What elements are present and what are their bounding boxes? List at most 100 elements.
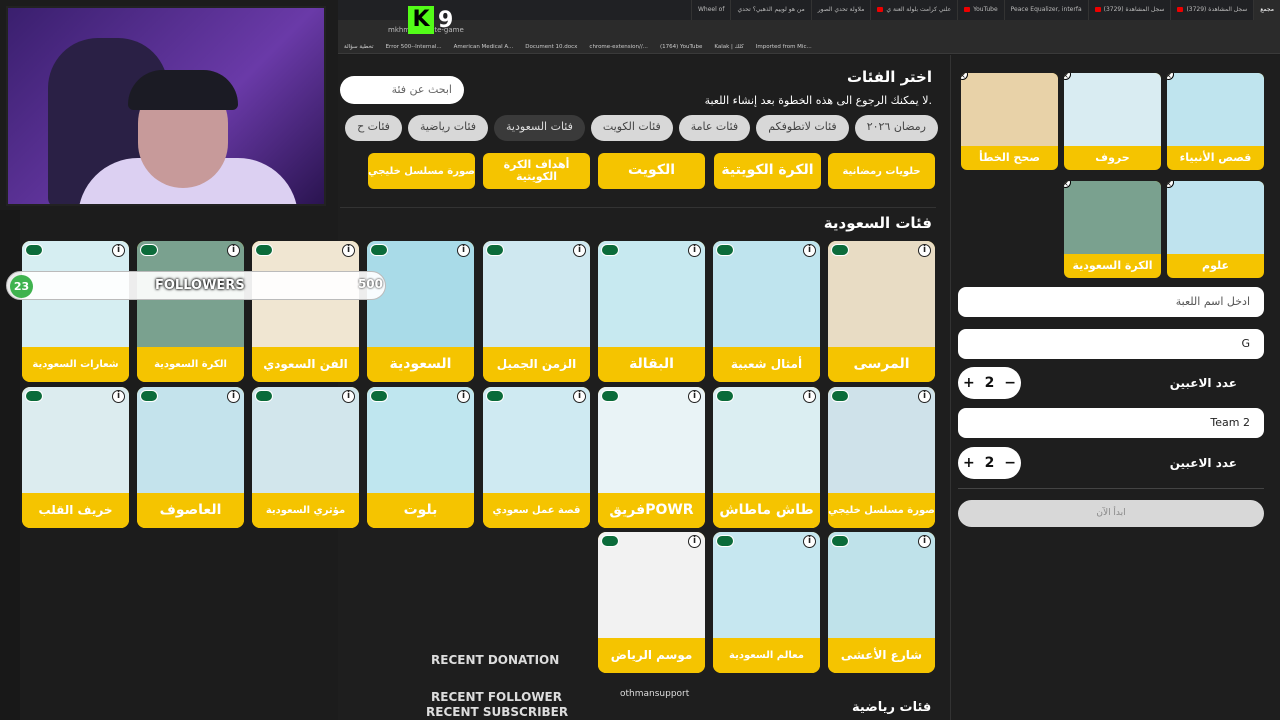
category-tab[interactable]: فئات لاتطوفكم: [756, 115, 849, 141]
plus-icon[interactable]: +: [963, 455, 975, 471]
category-tab[interactable]: فئات الكويت: [590, 115, 673, 141]
selected-category[interactable]: علوم ×: [1167, 181, 1264, 278]
top-category-row: حلويات رمضانية الكرة الكويتية الكويت أهداف …: [338, 153, 938, 189]
category-card[interactable]: الكويت: [598, 153, 705, 189]
info-icon[interactable]: i: [688, 535, 701, 548]
info-icon[interactable]: i: [573, 244, 586, 257]
address-bar[interactable]: mkhm.../create-game: [338, 20, 1280, 40]
selected-category[interactable]: حروف ×: [1064, 73, 1161, 170]
browser-tab[interactable]: (3729) سجل المشاهدة: [1087, 0, 1171, 20]
info-icon[interactable]: i: [688, 244, 701, 257]
category-card[interactable]: حلويات رمضانية: [828, 153, 935, 189]
category-card[interactable]: i موسم الرياض: [598, 532, 705, 673]
info-icon[interactable]: i: [803, 390, 816, 403]
category-card[interactable]: i صورة مسلسل خليجي: [828, 387, 935, 528]
info-icon[interactable]: i: [803, 244, 816, 257]
info-icon[interactable]: i: [688, 390, 701, 403]
info-icon[interactable]: i: [227, 244, 240, 257]
category-label: طاش ماطاش: [713, 493, 820, 528]
selected-category[interactable]: صحح الخطأ ×: [961, 73, 1058, 170]
category-tab[interactable]: فئات السعودية: [494, 115, 585, 141]
info-icon[interactable]: i: [112, 244, 125, 257]
category-card[interactable]: i السعودية: [367, 241, 474, 382]
flag-icon: [716, 390, 734, 402]
category-card[interactable]: i المرسى: [828, 241, 935, 382]
info-icon[interactable]: i: [227, 390, 240, 403]
category-card[interactable]: i الكرة السعودية: [137, 241, 244, 382]
info-icon[interactable]: i: [918, 244, 931, 257]
category-image: [252, 387, 359, 493]
category-tab[interactable]: فئات عامة: [678, 115, 751, 141]
info-icon[interactable]: i: [342, 390, 355, 403]
browser-tab[interactable]: من هو لوييم الذهبي؟ تحدي: [730, 0, 810, 20]
category-card[interactable]: i خريف القلب: [22, 387, 129, 528]
category-card[interactable]: i مؤثري السعودية: [252, 387, 359, 528]
search-input[interactable]: ابحث عن فئة: [340, 76, 464, 104]
info-icon[interactable]: i: [918, 390, 931, 403]
followers-goal-bar: 23 FOLLOWERS 500: [6, 271, 386, 300]
recent-donation-label: RECENT DONATION: [431, 653, 560, 667]
category-card[interactable]: i شعارات السعودية: [22, 241, 129, 382]
info-icon[interactable]: i: [457, 390, 470, 403]
bookmark-item[interactable]: (1764) YouTube: [660, 44, 702, 50]
browser-tab[interactable]: مجمع: [1253, 0, 1280, 20]
category-card[interactable]: i العاصوف: [137, 387, 244, 528]
category-image: [961, 73, 1058, 146]
category-card[interactable]: i معالم السعودية: [713, 532, 820, 673]
category-image: [598, 387, 705, 493]
team2-name-input[interactable]: Team 2: [958, 408, 1264, 438]
browser-tab[interactable]: علني كرامت بلولة العنة ي: [870, 0, 957, 20]
category-card[interactable]: i بلوت: [367, 387, 474, 528]
browser-tab[interactable]: Wheel of: [690, 0, 730, 20]
category-label: العاصوف: [137, 493, 244, 528]
category-card[interactable]: i أمثال شعبية: [713, 241, 820, 382]
divider: [340, 207, 936, 208]
flag-icon: [601, 535, 619, 547]
info-icon[interactable]: i: [342, 244, 355, 257]
team2-players-stepper[interactable]: + 2 −: [958, 447, 1021, 479]
category-card[interactable]: i الزمن الجميل: [483, 241, 590, 382]
category-card[interactable]: i الفن السعودي: [252, 241, 359, 382]
bookmark-item[interactable]: Imported from Mic...: [756, 44, 812, 50]
start-button[interactable]: ابدأ الآن: [958, 500, 1264, 527]
category-tab[interactable]: فئات رياضية: [407, 115, 489, 141]
category-label: شارع الأعشى: [828, 638, 935, 673]
minus-icon[interactable]: −: [1004, 455, 1016, 471]
minus-icon[interactable]: −: [1004, 375, 1016, 391]
category-card[interactable]: صورة مسلسل خليجي: [368, 153, 475, 189]
category-tab[interactable]: رمضان ٢٠٢٦: [854, 115, 938, 141]
team1-players-stepper[interactable]: + 2 −: [958, 367, 1021, 399]
category-card[interactable]: i شارع الأعشى: [828, 532, 935, 673]
browser-tab[interactable]: Peace Equalizer, interfa: [1003, 0, 1088, 20]
bookmark-item[interactable]: Error 500--Internal...: [386, 44, 442, 50]
browser-tab-label: Peace Equalizer, interfa: [1010, 6, 1082, 13]
category-card[interactable]: أهداف الكرة الكويتية: [483, 153, 590, 189]
browser-tab[interactable]: (3729) سجل المشاهدة: [1170, 0, 1253, 20]
info-icon[interactable]: i: [803, 535, 816, 548]
plus-icon[interactable]: +: [963, 375, 975, 391]
category-card[interactable]: i البقالة: [598, 241, 705, 382]
category-image: [713, 387, 820, 493]
bookmark-item[interactable]: chrome-extension//...: [589, 44, 648, 50]
category-card[interactable]: i طاش ماطاش: [713, 387, 820, 528]
bookmark-item[interactable]: Document 10.docx: [525, 44, 577, 50]
browser-tab[interactable]: YouTube: [957, 0, 1003, 20]
team1-name-input[interactable]: G: [958, 329, 1264, 359]
category-card[interactable]: الكرة الكويتية: [714, 153, 821, 189]
info-icon[interactable]: i: [457, 244, 470, 257]
game-name-input[interactable]: ادخل اسم اللعبة: [958, 287, 1264, 317]
info-icon[interactable]: i: [573, 390, 586, 403]
selected-category[interactable]: قصص الأنبياء ×: [1167, 73, 1264, 170]
bookmark-item[interactable]: American Medical A...: [454, 44, 514, 50]
info-icon[interactable]: i: [918, 535, 931, 548]
category-tab[interactable]: فئات ح: [345, 115, 402, 141]
selected-category[interactable]: الكرة السعودية ×: [1064, 181, 1161, 278]
flag-icon: [255, 244, 273, 256]
browser-tab[interactable]: ملاولة تحدي الصور: [810, 0, 871, 20]
info-icon[interactable]: i: [112, 390, 125, 403]
saudi-section-title: فئات السعودية: [823, 214, 932, 232]
category-card[interactable]: i فريقPOWR: [598, 387, 705, 528]
bookmark-item[interactable]: تخطية سؤالة: [344, 44, 374, 50]
bookmark-item[interactable]: Kalak | كلك: [714, 44, 743, 50]
category-card[interactable]: i قصة عمل سعودي: [483, 387, 590, 528]
